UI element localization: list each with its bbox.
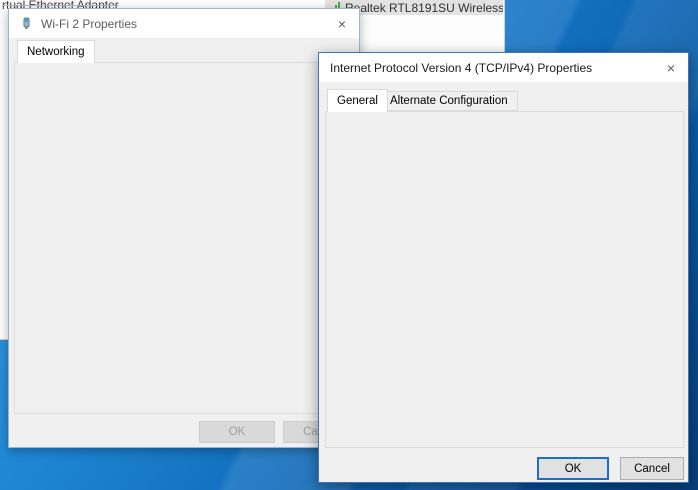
background-adapter-label: Realtek RTL8191SU Wireless LAN...	[345, 1, 503, 15]
ipv4-dialog-titlebar: Internet Protocol Version 4 (TCP/IPv4) P…	[319, 53, 688, 82]
ok-button[interactable]: OK	[199, 421, 275, 443]
networking-tab-panel	[14, 62, 355, 414]
general-tab-panel	[325, 111, 684, 448]
tab-alternate-configuration[interactable]: Alternate Configuration	[380, 91, 518, 111]
tab-networking[interactable]: Networking	[17, 40, 95, 63]
ipv4-dialog-title: Internet Protocol Version 4 (TCP/IPv4) P…	[330, 60, 593, 75]
cancel-button[interactable]: Cancel	[620, 457, 684, 480]
close-icon[interactable]: ×	[654, 53, 688, 82]
wifi-dialog-titlebar: Wi-Fi 2 Properties	[9, 9, 359, 38]
wifi-properties-dialog: Wi-Fi 2 Properties × Networking Connect …	[8, 8, 360, 448]
wifi-dialog-title: Wi-Fi 2 Properties	[41, 16, 138, 31]
tab-general[interactable]: General	[327, 89, 388, 112]
ipv4-properties-dialog: Internet Protocol Version 4 (TCP/IPv4) P…	[318, 52, 689, 483]
close-icon[interactable]: ×	[325, 9, 359, 38]
wifi-adapter-icon	[23, 17, 30, 29]
ok-button[interactable]: OK	[537, 457, 609, 480]
